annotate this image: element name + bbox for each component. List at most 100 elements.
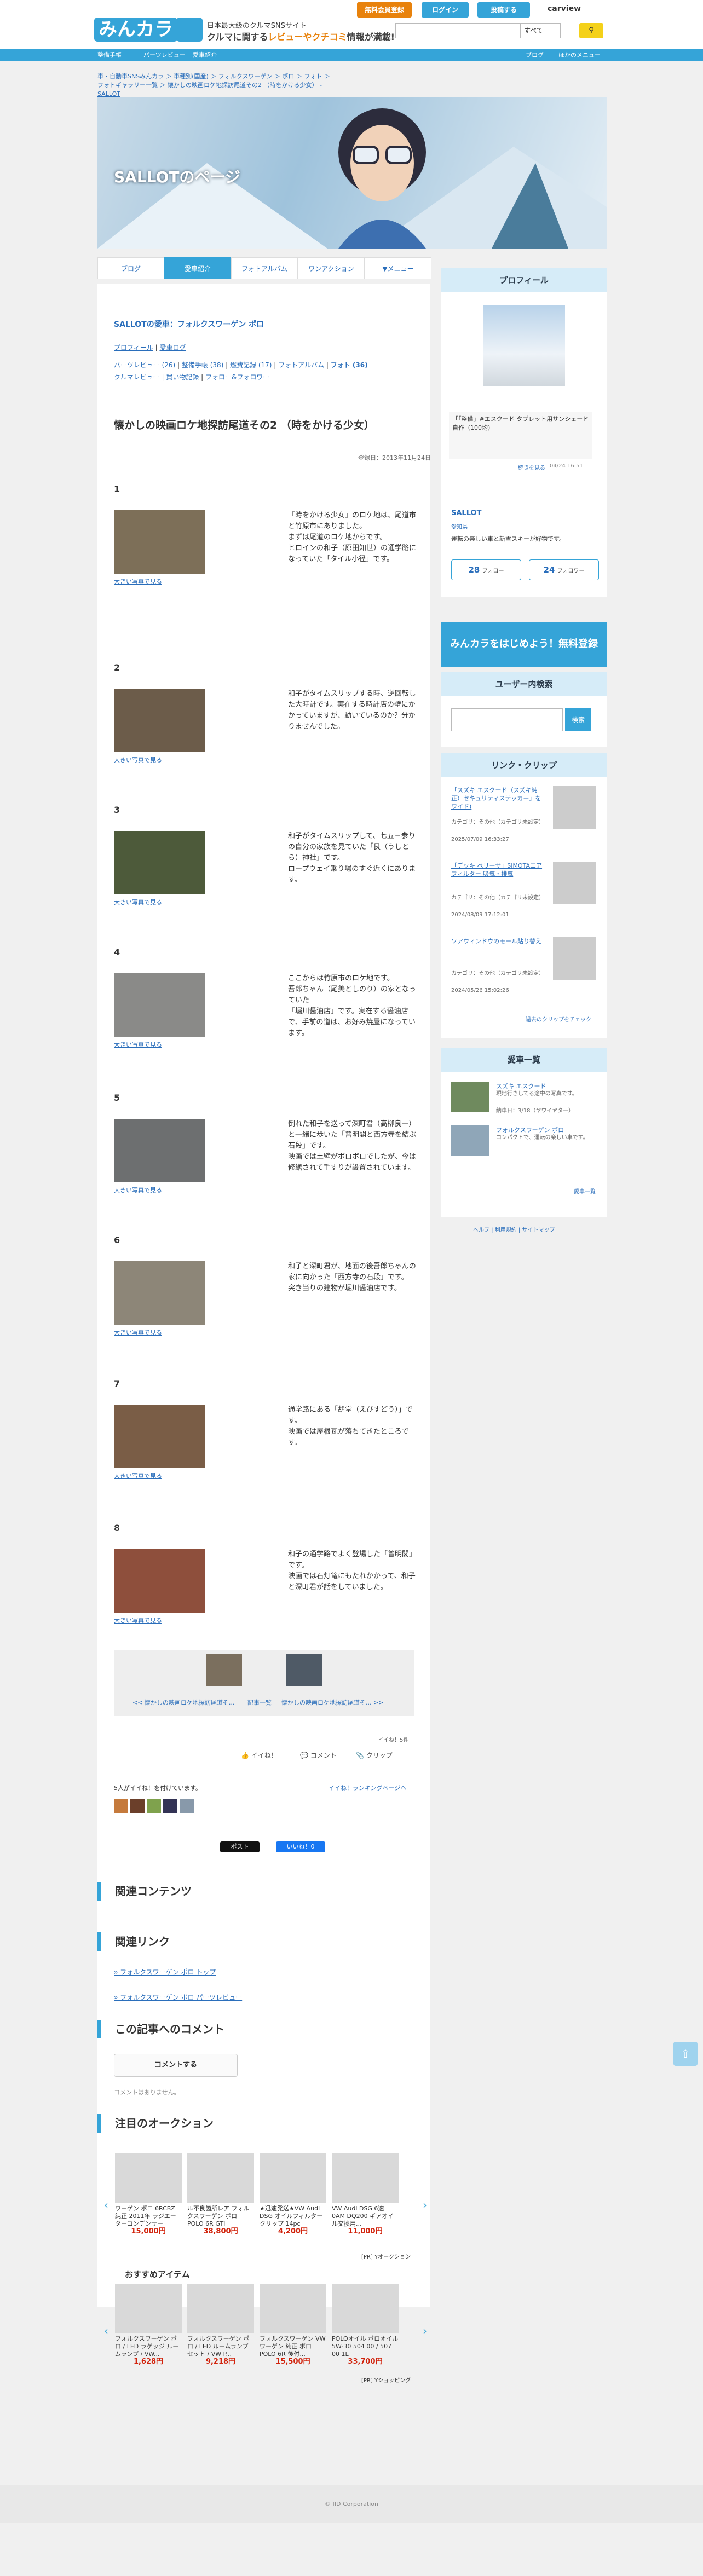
link-carlog[interactable]: 愛車ログ: [159, 344, 186, 351]
clip-thumb[interactable]: [553, 862, 596, 904]
profile-latest-link[interactable]: 「「整備」#エスクード タブレット用サンシェード自作（100均）: [452, 415, 589, 431]
link-follow[interactable]: フォロー&フォロワー: [205, 373, 269, 381]
link-nenpi[interactable]: 燃費記録 (17): [230, 361, 272, 369]
list-link[interactable]: 記事一覧: [247, 1698, 272, 1707]
carview-logo[interactable]: carview: [548, 4, 581, 13]
auction-name[interactable]: VW Audi DSG 6速 0AM DQ200 ギアオイル交換用...: [332, 2205, 399, 2228]
clip-title-link[interactable]: ソアウィンドウのモール貼り替え: [451, 937, 544, 945]
step-photo[interactable]: [114, 510, 205, 574]
item-card[interactable]: フォルクスワーゲン VW ワーゲン 純正 ポロ POLO 6R 後付... 15,…: [260, 2284, 326, 2366]
link-parts[interactable]: パーツレビュー (26): [114, 361, 175, 369]
user-name[interactable]: SALLOT: [451, 509, 481, 517]
item-thumb[interactable]: [260, 2284, 326, 2333]
auction-card[interactable]: ル不良箇所レア フォルクスワーゲン ポロ POLO 6R GTI 38,800円: [187, 2153, 254, 2236]
enlarge-photo-link[interactable]: 大きい写真で見る: [114, 1616, 162, 1625]
link-seibi[interactable]: 整備手帳 (38): [182, 361, 223, 369]
user-search-button[interactable]: 検索: [565, 708, 591, 731]
link-album[interactable]: フォトアルバム: [278, 361, 324, 369]
prev-link[interactable]: << 懐かしの映画ロケ地探訪尾道そ...: [132, 1698, 234, 1707]
help-link[interactable]: ヘルプ: [473, 1227, 489, 1233]
profile-more-link[interactable]: 続きを見る: [518, 463, 545, 471]
post-button[interactable]: 投稿する: [477, 2, 530, 18]
car-thumb[interactable]: [451, 1125, 489, 1156]
item-card[interactable]: フォルクスワーゲン ポロ / LED ラゲッジ ルームランプ / VW... 1,…: [115, 2284, 182, 2366]
tab-car[interactable]: 愛車紹介: [164, 257, 231, 279]
auction-thumb[interactable]: [115, 2153, 182, 2203]
step-photo[interactable]: [114, 689, 205, 752]
follower-count-button[interactable]: 24 フォロワー: [529, 559, 599, 580]
avatar[interactable]: [163, 1799, 177, 1813]
enlarge-photo-link[interactable]: 大きい写真で見る: [114, 577, 162, 586]
car-link[interactable]: SALLOTの愛車：フォルクスワーゲン ポロ: [114, 319, 264, 330]
next-thumb[interactable]: [286, 1654, 322, 1686]
breadcrumb[interactable]: 車・自動車SNSみんカラ ＞ 車種別(国産) ＞ フォルクスワーゲン ＞ ポロ …: [97, 72, 333, 99]
clip-thumb[interactable]: [553, 786, 596, 829]
car-more-link[interactable]: 愛車一覧: [574, 1187, 596, 1195]
link-carreview[interactable]: クルマレビュー: [114, 373, 160, 381]
item-name[interactable]: POLOオイル ポロオイル 5W-30 504 00 / 507 00 1L: [332, 2335, 399, 2358]
step-photo[interactable]: [114, 973, 205, 1037]
step-photo[interactable]: [114, 1261, 205, 1325]
nav-item-more[interactable]: ほかのメニュー: [558, 49, 601, 61]
fb-like-button[interactable]: いいね！0: [276, 1841, 325, 1852]
auction-thumb[interactable]: [187, 2153, 254, 2203]
link-photo[interactable]: フォト (36): [331, 361, 368, 369]
nav-item-blog[interactable]: ブログ: [526, 49, 544, 61]
enlarge-photo-link[interactable]: 大きい写真で見る: [114, 898, 162, 906]
enlarge-photo-link[interactable]: 大きい写真で見る: [114, 1186, 162, 1194]
chevron-left-icon[interactable]: ‹: [104, 2198, 108, 2211]
sitemap-link[interactable]: サイトマップ: [522, 1227, 555, 1233]
item-thumb[interactable]: [115, 2284, 182, 2333]
step-photo[interactable]: [114, 1405, 205, 1468]
item-name[interactable]: フォルクスワーゲン VW ワーゲン 純正 ポロ POLO 6R 後付...: [260, 2335, 326, 2358]
register-button[interactable]: 無料会員登録: [357, 2, 412, 18]
tweet-button[interactable]: ポスト: [220, 1841, 260, 1852]
enlarge-photo-link[interactable]: 大きい写真で見る: [114, 1471, 162, 1480]
car-name[interactable]: スズキ エスクード: [496, 1082, 546, 1090]
follow-count-button[interactable]: 28 フォロー: [451, 559, 521, 580]
auction-name[interactable]: ★迅速発送★VW Audi DSG オイルフィルタークリップ 14pc: [260, 2205, 326, 2228]
clip-title-link[interactable]: 「デッキ ベリーサ」SIMOTAエアフィルター 吸気・排気: [451, 862, 544, 878]
item-thumb[interactable]: [332, 2284, 399, 2333]
login-button[interactable]: ログイン: [422, 2, 469, 18]
item-name[interactable]: フォルクスワーゲン ポロ / LED ラゲッジ ルームランプ / VW...: [115, 2335, 182, 2358]
step-photo[interactable]: [114, 1119, 205, 1182]
profile-photo[interactable]: [483, 305, 565, 386]
nav-item-car[interactable]: 愛車紹介: [193, 49, 217, 61]
user-sub[interactable]: 愛知県: [451, 522, 468, 530]
link-purchase[interactable]: 買い物記録: [166, 373, 199, 381]
avatar[interactable]: [180, 1799, 194, 1813]
auction-name[interactable]: ワーゲン ポロ 6RCBZ 純正 2011年 ラジエーターコンデンサー: [115, 2205, 182, 2228]
nav-item-seibi[interactable]: 整備手帳: [97, 49, 122, 61]
item-card[interactable]: フォルクスワーゲン ポロ / LED ルームランプセット / VW P... 9,…: [187, 2284, 254, 2366]
next-link[interactable]: 懐かしの映画ロケ地探訪尾道そ... >>: [281, 1698, 383, 1707]
step-photo[interactable]: [114, 831, 205, 894]
chevron-right-icon[interactable]: ›: [423, 2198, 427, 2211]
clip-more-link[interactable]: 過去のクリップをチェック: [526, 1015, 591, 1023]
item-source[interactable]: [PR] Yショッピング: [361, 2376, 411, 2384]
tab-menu[interactable]: ▼メニュー: [365, 257, 431, 279]
related-link-top[interactable]: » フォルクスワーゲン ポロ トップ: [114, 1967, 216, 1977]
iine-ranking-link[interactable]: イイね！ランキングページへ: [329, 1783, 406, 1792]
chevron-right-icon[interactable]: ›: [423, 2324, 427, 2337]
item-name[interactable]: フォルクスワーゲン ポロ / LED ルームランプセット / VW P...: [187, 2335, 254, 2358]
user-search-input[interactable]: [451, 708, 563, 731]
signup-banner[interactable]: みんカラをはじめよう！無料登録: [441, 622, 607, 667]
nav-item-parts[interactable]: パーツレビュー: [143, 49, 186, 61]
avatar[interactable]: [147, 1799, 161, 1813]
auction-card[interactable]: VW Audi DSG 6速 0AM DQ200 ギアオイル交換用... 11,0…: [332, 2153, 399, 2236]
chevron-left-icon[interactable]: ‹: [104, 2324, 108, 2337]
enlarge-photo-link[interactable]: 大きい写真で見る: [114, 1040, 162, 1049]
link-profile[interactable]: プロフィール: [114, 344, 153, 351]
tab-album[interactable]: フォトアルバム: [231, 257, 298, 279]
comment-submit-button[interactable]: コメントする: [114, 2054, 238, 2077]
car-name[interactable]: フォルクスワーゲン ポロ: [496, 1125, 564, 1134]
site-logo[interactable]: みんカラ: [94, 18, 177, 42]
item-card[interactable]: POLOオイル ポロオイル 5W-30 504 00 / 507 00 1L 33…: [332, 2284, 399, 2366]
back-to-top-icon[interactable]: ⇧: [673, 2042, 698, 2066]
auction-thumb[interactable]: [260, 2153, 326, 2203]
auction-thumb[interactable]: [332, 2153, 399, 2203]
iine-button[interactable]: 👍 イイね！: [241, 1751, 278, 1760]
auction-card[interactable]: ワーゲン ポロ 6RCBZ 純正 2011年 ラジエーターコンデンサー 15,00…: [115, 2153, 182, 2236]
car-thumb[interactable]: [451, 1082, 489, 1112]
